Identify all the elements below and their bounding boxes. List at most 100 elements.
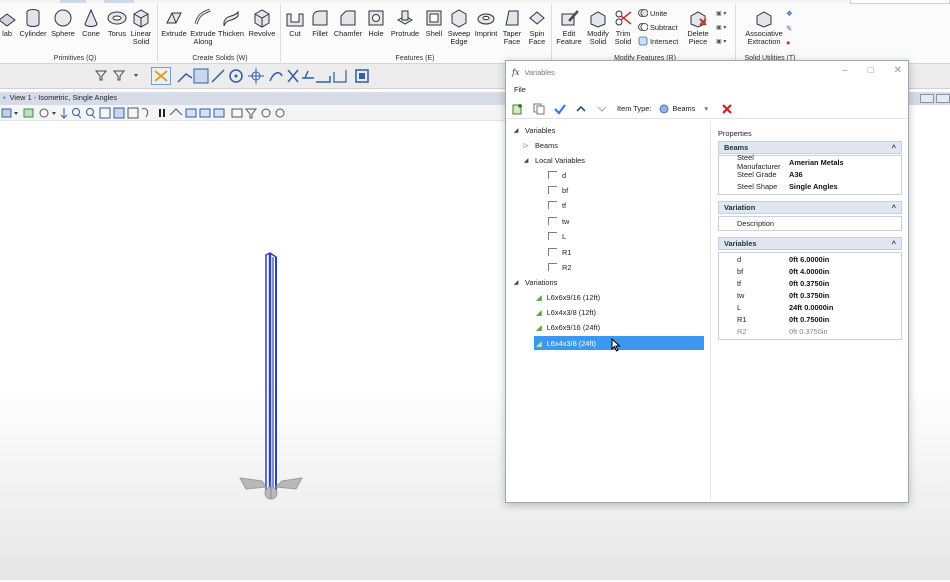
variable-row[interactable]: R1 0ft 0.7500in [719, 313, 901, 325]
description-row[interactable]: Description [719, 217, 901, 230]
close-icon[interactable]: ✕ [894, 65, 902, 76]
chevron-down-icon[interactable] [596, 103, 608, 115]
variable-icon [548, 232, 557, 240]
associative-extraction-button[interactable]: Associative Extraction [740, 8, 788, 46]
chevron-up-icon[interactable] [575, 103, 587, 115]
solid-utility-icon-2[interactable]: ✎ [786, 24, 792, 33]
collapse-up-icon: ^ [891, 239, 896, 248]
slab-button[interactable]: lab [0, 8, 20, 38]
tree-node-variables[interactable]: ◢ Variables [512, 123, 556, 137]
variables-section-header[interactable]: Variables ^ [718, 237, 902, 250]
variable-row[interactable]: tf 0ft 0.3750in [719, 277, 901, 289]
beams-icon [659, 104, 669, 113]
cross-select-icon [154, 70, 168, 82]
checkmark-icon[interactable] [554, 103, 566, 115]
thicken-button[interactable]: Thicken [216, 8, 246, 38]
tree-item-variable[interactable]: tf [548, 198, 566, 212]
view-minimize-button[interactable] [920, 94, 934, 103]
primitives-group-label: Primitives (Q) [53, 55, 97, 62]
copy-icon[interactable] [533, 103, 545, 115]
trim-solid-button[interactable]: Trim Solid [610, 8, 636, 46]
variable-row[interactable]: R2 0ft 0.3750in [719, 325, 901, 337]
expanded-icon: ◢ [523, 157, 529, 164]
new-variable-icon[interactable] [512, 103, 524, 115]
tree-item-variable[interactable]: R1 [548, 245, 571, 259]
subtract-button[interactable]: Subtract [638, 22, 678, 32]
more-modify-button-2[interactable]: ▣ ▾ [716, 24, 726, 31]
tree-item-variation[interactable]: ◢ L6x4x3/8 (12ft) [536, 305, 596, 319]
cut-button[interactable]: Cut [283, 8, 307, 38]
revolve-button[interactable]: Revolve [246, 8, 278, 38]
edit-feature-button[interactable]: Edit Feature [554, 8, 584, 46]
intersect-icon [638, 36, 648, 46]
tree-item-variable[interactable]: R2 [548, 260, 571, 274]
cone-button[interactable]: Cone [80, 8, 102, 38]
menu-file[interactable]: File [514, 85, 526, 94]
separator [735, 4, 736, 62]
solid-utility-icon-3[interactable]: ● [786, 38, 790, 47]
property-row: Steel Grade A36 [737, 169, 803, 179]
variable-row[interactable]: L 24ft 0.0000in [719, 301, 901, 313]
beam-model[interactable] [0, 121, 505, 580]
item-type-value: Beams [672, 104, 696, 113]
protrude-button[interactable]: Protrude [388, 8, 422, 38]
dropdown-chevron-icon: ▾ [704, 104, 709, 113]
tree-item-variable[interactable]: L [548, 229, 566, 243]
shell-button[interactable]: Shell [422, 8, 446, 38]
create-solids-group-label: Create Solids (W) [192, 55, 248, 62]
chamfer-button[interactable]: Chamfer [331, 8, 365, 38]
search-box[interactable] [850, 0, 950, 4]
variable-row[interactable]: d 0ft 6.0000in [719, 253, 901, 265]
variation-icon: ◢ [536, 292, 542, 302]
variables-tree: ◢ Variables ▷ Beams ◢ Local Variables d bf … [506, 121, 711, 501]
tree-item-variation[interactable]: ◢ L6x6x9/16 (24ft) [536, 320, 600, 334]
tree-node-variations[interactable]: ◢ Variations [512, 275, 558, 289]
extrude-button[interactable]: Extrude [158, 8, 190, 38]
item-type-label: Item Type: [617, 104, 652, 113]
view-restore-button[interactable] [936, 94, 950, 103]
extrude-along-button[interactable]: Extrude Along [188, 8, 218, 46]
more-modify-button-3[interactable]: ▣ ▾ [716, 38, 726, 45]
view-tools-bar [0, 105, 505, 121]
maximize-icon[interactable]: □ [868, 65, 874, 76]
modify-solid-button[interactable]: Modify Solid [583, 8, 613, 46]
tree-item-variable[interactable]: tw [548, 214, 569, 228]
unite-button[interactable]: Unite [638, 8, 667, 18]
variation-section: Description [718, 216, 902, 231]
tree-item-variation[interactable]: ◢ L6x6x9/16 (12ft) [536, 290, 600, 304]
features-group-label: Features (E) [395, 55, 435, 62]
fillet-button[interactable]: Fillet [307, 8, 333, 38]
variable-row[interactable]: tw 0ft 0.3750in [719, 289, 901, 301]
delete-piece-button[interactable]: Delete Piece [682, 8, 714, 46]
intersect-button[interactable]: Intersect [638, 36, 678, 46]
selection-toggle[interactable] [151, 67, 171, 85]
variable-row[interactable]: bf 0ft 4.0000in [719, 265, 901, 277]
variation-icon: ◢ [536, 307, 542, 317]
sweep-edge-button[interactable]: Sweep Edge [446, 8, 472, 46]
hole-button[interactable]: Hole [364, 8, 388, 38]
separator [280, 4, 281, 62]
solid-utility-icon-1[interactable]: ❖ [786, 9, 793, 18]
sphere-button[interactable]: Sphere [50, 8, 76, 38]
spin-face-button[interactable]: Spin Face [525, 8, 549, 46]
view-axis-triad [239, 477, 303, 500]
linear-solid-button[interactable]: Linear Solid [128, 8, 154, 46]
more-modify-button-1[interactable]: ▣ ▾ [716, 10, 726, 17]
ribbon: lab Cylinder Sphere Cone Torus Linear So… [0, 0, 950, 64]
cylinder-button[interactable]: Cylinder [18, 8, 48, 38]
imprint-button[interactable]: Imprint [472, 8, 500, 38]
tree-node-beams[interactable]: ▷ Beams [522, 138, 558, 152]
filter-icons[interactable] [94, 68, 154, 82]
tree-item-variable[interactable]: d [548, 168, 566, 182]
tree-node-local-variables[interactable]: ◢ Local Variables [522, 153, 585, 167]
variation-section-header[interactable]: Variation ^ [718, 201, 902, 214]
item-type-select[interactable]: Beams ▾ [655, 102, 712, 116]
minimize-icon[interactable]: – [842, 65, 848, 76]
variation-icon: ◢ [536, 322, 542, 332]
drawing-tools-icons[interactable] [174, 66, 384, 86]
torus-button[interactable]: Torus [104, 8, 130, 38]
view-tools-icons[interactable] [0, 105, 300, 121]
delete-icon[interactable] [721, 103, 733, 115]
tree-item-variable[interactable]: bf [548, 183, 568, 197]
taper-face-button[interactable]: Taper Face [500, 8, 524, 46]
